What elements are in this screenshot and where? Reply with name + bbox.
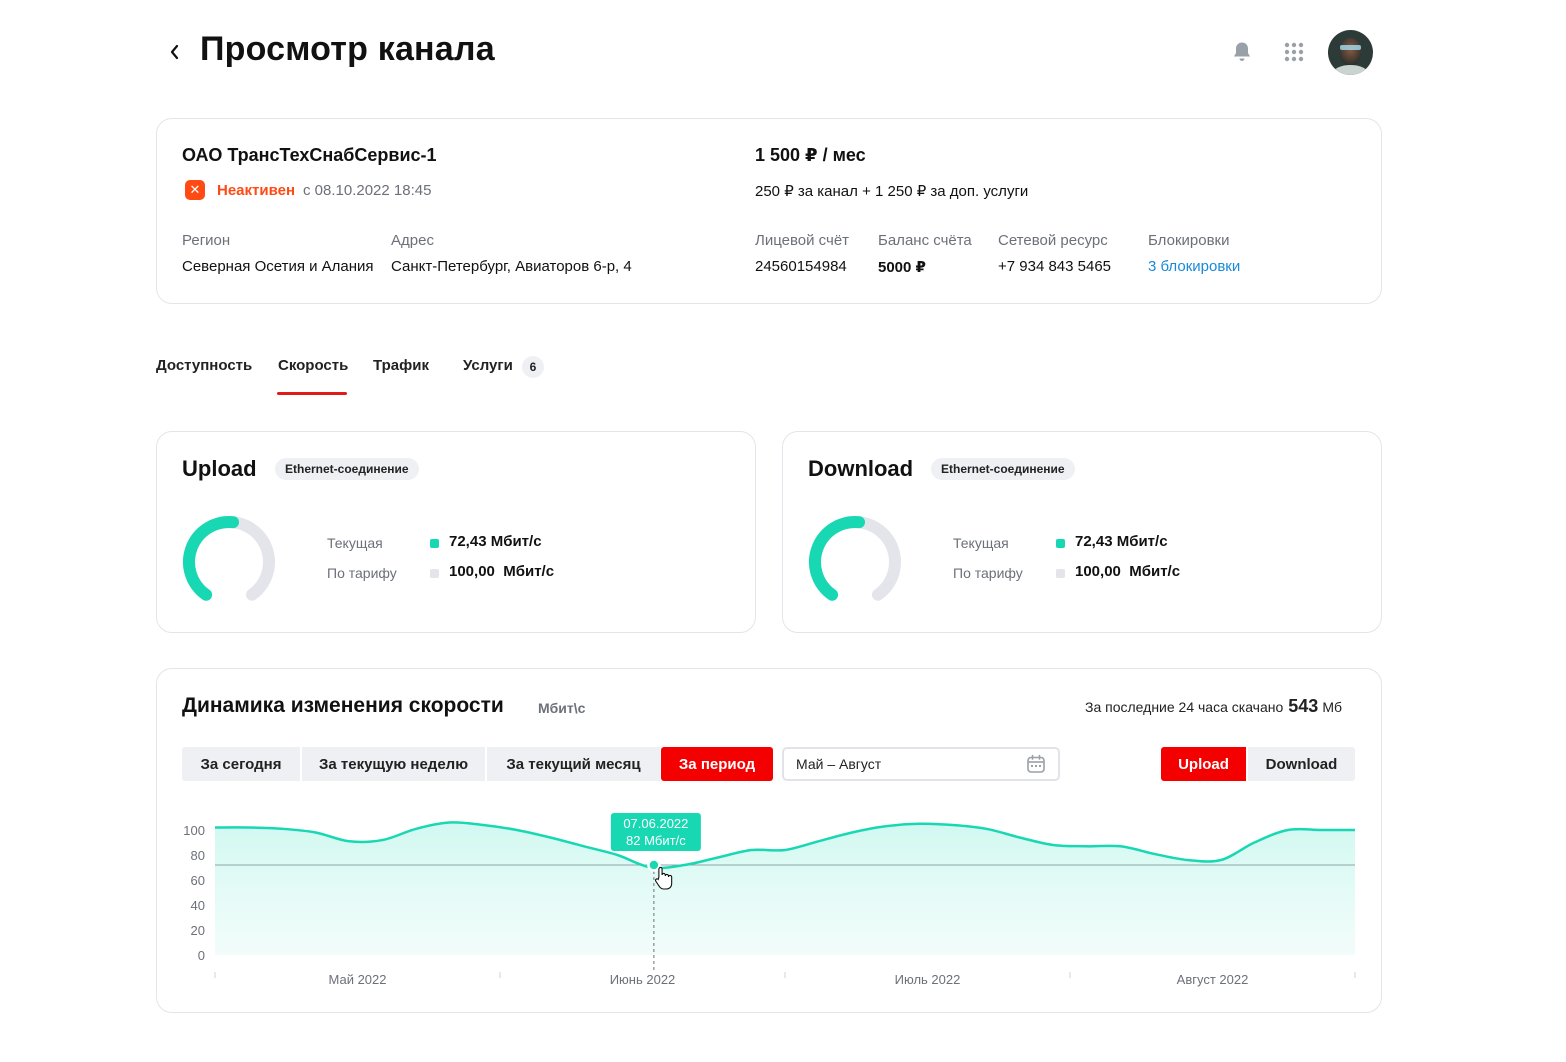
avatar[interactable] (1328, 30, 1373, 75)
price: 1 500 ₽ / мес (755, 145, 866, 165)
back-button[interactable] (160, 36, 190, 68)
download-tariff-label: По тарифу (953, 565, 1023, 581)
region-label: Регион (182, 232, 231, 249)
resource-label: Сетевой ресурс (998, 232, 1108, 249)
blocks-label: Блокировки (1148, 232, 1230, 249)
speed-area (215, 822, 1355, 955)
status-badge: Неактивен (217, 182, 296, 199)
download-gauge (809, 516, 901, 601)
download-title: Download (808, 456, 914, 481)
company-name: ОАО ТрансТехСнабСервис-1 (182, 145, 437, 165)
y-tick-label: 0 (198, 948, 205, 963)
upload-tariff-value: 100,00 Мбит/с (449, 563, 555, 580)
address-label: Адрес (391, 232, 434, 249)
period-month-button[interactable]: За текущий месяц (487, 747, 660, 781)
summary-value: 543 (1288, 696, 1319, 716)
page-title: Просмотр канала (200, 30, 495, 68)
status-since: с 08.10.2022 18:45 (303, 182, 432, 199)
account-label: Лицевой счёт (755, 232, 850, 249)
tab-services[interactable]: Услуги (463, 357, 513, 374)
download-current-value: 72,43 Мбит/с (1075, 533, 1168, 550)
period-today-button[interactable]: За сегодня (182, 747, 300, 781)
tooltip-date: 07.06.2022 (623, 816, 688, 831)
tariff-dot (430, 569, 439, 578)
address-value: Санкт-Петербург, Авиаторов 6-р, 4 (391, 258, 632, 275)
date-range-input[interactable]: Май – Август (782, 747, 1060, 781)
tab-speed[interactable]: Скорость (278, 357, 348, 374)
upload-gauge (183, 516, 275, 601)
x-tick-label: Май 2022 (329, 972, 387, 987)
chevron-left-icon (170, 44, 179, 60)
resource-value: +7 934 843 5465 (998, 258, 1112, 275)
summary-unit: Мб (1322, 699, 1343, 715)
y-tick-label: 80 (191, 848, 205, 863)
services-count-badge: 6 (522, 356, 544, 378)
download-tariff-value: 100,00 Мбит/с (1075, 563, 1181, 580)
region-value: Северная Осетия и Алания (182, 258, 374, 275)
current-dot (1056, 539, 1065, 548)
x-tick-label: Июль 2022 (895, 972, 961, 987)
upload-title: Upload (182, 456, 257, 481)
y-tick-label: 20 (191, 923, 205, 938)
chart-tooltip: 07.06.2022 82 Мбит/с (610, 813, 701, 851)
inactive-status-icon: ✕ (185, 180, 205, 200)
upload-tariff-label: По тарифу (327, 565, 397, 581)
y-tick-label: 100 (183, 823, 205, 838)
period-custom-button[interactable]: За период (661, 747, 773, 781)
balance-label: Баланс счёта (878, 232, 972, 249)
upload-current-label: Текущая (327, 535, 383, 551)
account-value: 24560154984 (755, 258, 847, 275)
download-summary: За последние 24 часа скачано 543 Мб (1085, 696, 1342, 717)
download-current-label: Текущая (953, 535, 1009, 551)
tooltip-value: 82 Мбит/с (626, 833, 686, 848)
notifications-button[interactable] (1228, 38, 1256, 66)
upload-toggle-button[interactable]: Upload (1161, 747, 1246, 781)
upload-current-value: 72,43 Мбит/с (449, 533, 542, 550)
speed-chart: 100 80 60 40 20 0 Май 2022 Июнь 2022 Июль 2022 А… (183, 813, 1356, 987)
blocks-link[interactable]: 3 блокировки (1148, 258, 1240, 275)
balance-value: 5000 ₽ (878, 259, 926, 276)
calendar-icon[interactable] (1026, 754, 1046, 774)
dynamics-title: Динамика изменения скорости (182, 694, 504, 717)
bell-icon (1234, 42, 1250, 61)
grid-icon (1284, 42, 1304, 62)
tab-availability[interactable]: Доступность (156, 357, 252, 374)
y-tick-label: 40 (191, 898, 205, 913)
period-week-button[interactable]: За текущую неделю (302, 747, 485, 781)
y-tick-label: 60 (191, 873, 205, 888)
summary-prefix: За последние 24 часа скачано (1085, 699, 1284, 715)
tab-traffic[interactable]: Трафик (373, 357, 429, 374)
download-connection-badge: Ethernet-соединение (931, 458, 1075, 480)
x-tick-label: Июнь 2022 (610, 972, 676, 987)
price-breakdown: 250 ₽ за канал + 1 250 ₽ за доп. услуги (755, 183, 1029, 200)
upload-connection-badge: Ethernet-соединение (275, 458, 419, 480)
active-tab-indicator (277, 392, 347, 395)
current-dot (430, 539, 439, 548)
download-toggle-button[interactable]: Download (1248, 747, 1355, 781)
x-tick-label: Август 2022 (1177, 972, 1249, 987)
tariff-dot (1056, 569, 1065, 578)
hover-point[interactable] (647, 858, 661, 872)
date-range-value: Май – Август (796, 756, 882, 772)
dynamics-unit: Мбит\с (538, 700, 586, 716)
apps-button[interactable] (1280, 38, 1308, 66)
